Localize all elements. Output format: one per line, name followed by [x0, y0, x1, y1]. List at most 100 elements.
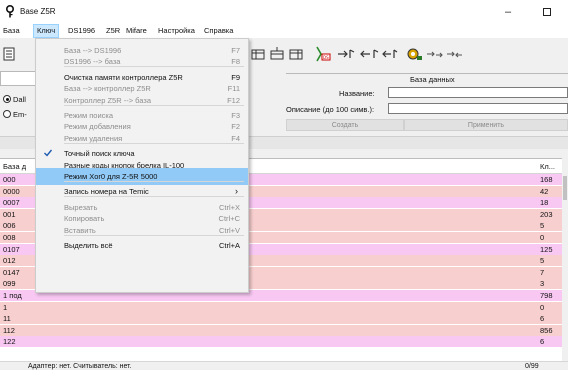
cell-key-count: 798: [540, 291, 553, 300]
cell-key-count: 168: [540, 175, 553, 184]
menu-separator: [64, 196, 244, 198]
cell-key-count: 18: [540, 198, 549, 208]
cell-key-count: 0: [540, 302, 545, 312]
desc-label: Описание (до 100 симв.):: [286, 105, 375, 114]
table-import-icon[interactable]: [251, 47, 265, 61]
table-row[interactable]: 122 6: [0, 336, 564, 348]
ds-to-html-icon[interactable]: DS: [315, 46, 331, 62]
menu-item-label: Вставить: [64, 225, 96, 235]
menu-separator: [64, 180, 244, 182]
menu-separator: [64, 66, 244, 68]
create-button[interactable]: Создать: [286, 119, 404, 131]
cell-key-count: 42: [540, 186, 549, 196]
cell-base: 008: [3, 233, 16, 242]
radio-em[interactable]: [3, 110, 11, 118]
vertical-scrollbar[interactable]: [562, 158, 568, 361]
status-bar: Адаптер: нет. Считыватель: нет. 0/99: [0, 361, 568, 370]
desc-input[interactable]: [388, 103, 568, 114]
name-input[interactable]: [388, 87, 568, 98]
table-row[interactable]: 112 856: [0, 324, 564, 336]
menu-item-shortcut: F12: [227, 95, 240, 105]
cell-base: 11: [3, 314, 11, 324]
menu-z5r[interactable]: Z5R: [103, 24, 123, 38]
cell-key-count: 3: [540, 279, 545, 289]
cell-key-count: 5: [540, 221, 545, 231]
apply-button[interactable]: Применить: [404, 119, 568, 131]
radio-dallas-label: Dall: [13, 95, 26, 104]
cell-key-count: 856: [540, 325, 553, 335]
table-row[interactable]: 10: [0, 301, 564, 313]
table-export-icon[interactable]: [289, 47, 303, 61]
menu-item-shortcut: F4: [231, 133, 240, 143]
menu-nastroika[interactable]: Настройка: [155, 24, 198, 38]
minimize-icon: –: [504, 6, 512, 18]
menu-spravka[interactable]: Справка: [201, 24, 236, 38]
name-label: Название:: [339, 89, 375, 98]
cell-key-count: 6: [540, 337, 545, 347]
col-header-base[interactable]: База д: [3, 162, 26, 171]
cell-base: 0107: [3, 244, 20, 254]
minimize-button[interactable]: –: [488, 0, 528, 24]
cell-base: 006: [3, 221, 16, 231]
key-arrow-right-icon[interactable]: [337, 47, 357, 61]
menu-klyuch[interactable]: Ключ: [33, 24, 60, 38]
maximize-icon: [543, 8, 551, 16]
status-text: Адаптер: нет. Считыватель: нет.: [28, 363, 132, 370]
menu-baza[interactable]: База: [0, 24, 23, 38]
cell-base: 0007: [3, 198, 20, 208]
menu-item-label: Контроллер Z5R --> база: [64, 95, 152, 105]
menu-item-label: Запись номера на Temic: [64, 187, 149, 197]
cell-key-count: 203: [540, 209, 553, 219]
cell-base: 1: [3, 302, 8, 312]
cell-key-count: 125: [540, 244, 553, 254]
table-add-icon[interactable]: [270, 47, 284, 61]
cell-base: 1 под: [3, 291, 22, 300]
key-arrow-left-icon[interactable]: [359, 47, 379, 61]
col-header-keys[interactable]: Кл...: [540, 162, 555, 171]
menu-separator: [64, 142, 244, 144]
cell-base: 012: [3, 256, 16, 266]
menu-bar: База Ключ DS1996 Z5R Mifare Настройка Сп…: [0, 24, 568, 38]
submenu-arrow-icon: ›: [235, 186, 238, 197]
arrows-right-icon[interactable]: [426, 47, 444, 61]
menu-ds1996[interactable]: DS1996: [65, 24, 98, 38]
controller-icon[interactable]: [405, 47, 423, 61]
radio-em-label: Em-: [13, 110, 27, 119]
menu-item-21[interactable]: Выделить всё Ctrl+A: [36, 237, 248, 254]
menu-item-label: Режим удаления: [64, 133, 123, 143]
cell-base: 122: [3, 337, 16, 347]
db-header: База данных: [410, 75, 455, 84]
arrows-left-icon[interactable]: [446, 47, 464, 61]
cell-base: 001: [3, 209, 16, 219]
cell-key-count: 5: [540, 256, 545, 266]
menu-separator: [64, 104, 244, 106]
cell-base: 000: [3, 175, 16, 184]
window-title: Base Z5R: [20, 7, 56, 16]
key-menu-dropdown: База --> DS1996 F7 DS1996 --> база F8 Очистк…: [35, 38, 249, 293]
status-count: 0/99: [525, 363, 539, 370]
key-pair-icon[interactable]: [382, 47, 398, 61]
scroll-thumb[interactable]: [563, 176, 567, 200]
cell-base: 0147: [3, 267, 20, 277]
radio-dallas[interactable]: [3, 95, 11, 103]
cell-base: 112: [3, 325, 15, 335]
cell-base: 0000: [3, 186, 20, 196]
table-row[interactable]: 11 6: [0, 313, 564, 325]
svg-text:DS: DS: [323, 55, 329, 60]
menu-item-shortcut: Ctrl+V: [218, 225, 240, 235]
menu-item-label: Режим Xor0 для Z-5R 5000: [64, 172, 158, 181]
document-icon[interactable]: [2, 47, 16, 61]
app-window: Base Z5R – База Ключ DS1996 Z5R Mifare Н…: [0, 0, 568, 370]
maximize-button[interactable]: [527, 0, 567, 24]
cell-key-count: 0: [540, 233, 545, 242]
menu-item-label: Выделить всё: [64, 241, 113, 250]
title-bar: Base Z5R –: [0, 0, 568, 24]
cell-base: 099: [3, 279, 16, 289]
menu-mifare[interactable]: Mifare: [123, 24, 150, 38]
key-app-icon: [6, 5, 14, 18]
menu-item-shortcut: F8: [231, 57, 240, 67]
cell-key-count: 6: [540, 314, 545, 324]
menu-separator: [64, 234, 244, 236]
menu-item-label: DS1996 --> база: [64, 57, 121, 67]
menu-item-shortcut: Ctrl+A: [218, 241, 240, 250]
